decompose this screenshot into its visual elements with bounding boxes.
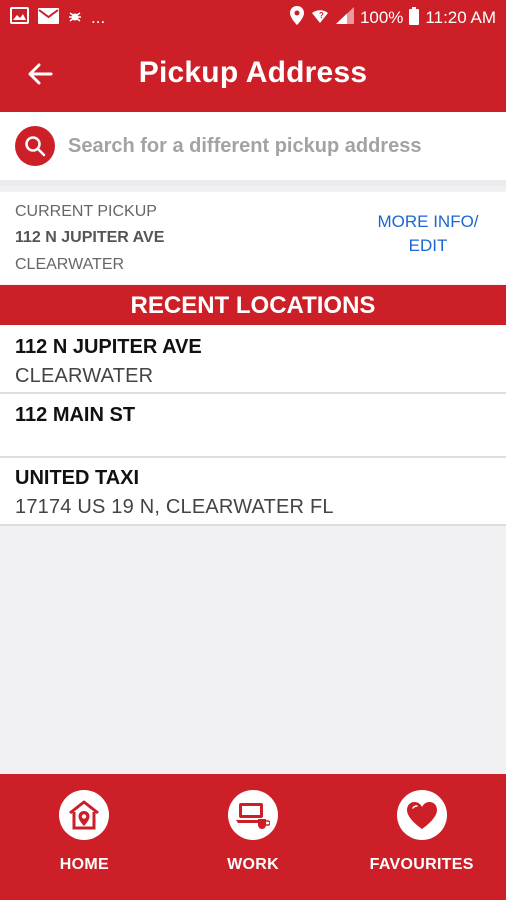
image-icon xyxy=(10,7,29,29)
nav-home[interactable]: HOME xyxy=(0,774,169,900)
search-button[interactable] xyxy=(15,126,55,166)
current-pickup-label: CURRENT PICKUP xyxy=(15,203,157,220)
list-item-title: 112 N JUPITER AVE xyxy=(15,336,202,358)
list-item[interactable]: 112 N JUPITER AVE CLEARWATER xyxy=(0,325,506,394)
nav-work[interactable]: WORK xyxy=(169,774,338,900)
signal-icon xyxy=(335,7,354,29)
search-icon xyxy=(25,136,46,157)
more-info-edit-link[interactable]: MORE INFO/ EDIT xyxy=(368,210,488,258)
nav-work-label: WORK xyxy=(227,856,279,873)
current-pickup-address: 112 N JUPITER AVE xyxy=(15,229,165,246)
home-pin-icon xyxy=(59,790,110,840)
nav-home-label: HOME xyxy=(59,856,109,873)
more-info-line2: EDIT xyxy=(408,236,448,255)
status-time: 11:20 AM xyxy=(425,8,496,27)
search-input[interactable] xyxy=(68,134,468,158)
list-item-subtitle: CLEARWATER xyxy=(15,365,154,387)
nav-favourites-label: FAVOURITES xyxy=(369,856,474,873)
mail-icon xyxy=(38,7,59,29)
status-overflow: ... xyxy=(91,8,106,27)
svg-text:?: ? xyxy=(319,11,324,20)
search-bar xyxy=(0,112,506,186)
more-info-line1: MORE INFO/ xyxy=(377,212,479,231)
wifi-icon: ? xyxy=(310,7,330,30)
current-pickup-city: CLEARWATER xyxy=(15,256,125,273)
laptop-coffee-icon xyxy=(228,790,278,840)
list-item[interactable]: 112 MAIN ST xyxy=(0,394,506,458)
location-icon xyxy=(289,6,304,30)
battery-percent: 100% xyxy=(359,8,404,27)
current-pickup-card: CURRENT PICKUP 112 N JUPITER AVE CLEARWA… xyxy=(0,192,506,284)
page-title: Pickup Address xyxy=(138,56,368,89)
nav-favourites[interactable]: FAVOURITES xyxy=(337,774,506,900)
battery-icon xyxy=(409,6,420,30)
recent-locations-header: RECENT LOCATIONS xyxy=(0,285,506,325)
list-item-subtitle: 17174 US 19 N, CLEARWATER FL xyxy=(15,496,334,518)
list-item[interactable]: UNITED TAXI 17174 US 19 N, CLEARWATER FL xyxy=(0,458,506,526)
status-bar: ... ? 100% 11:20 AM xyxy=(0,0,506,36)
app-bar: Pickup Address xyxy=(0,36,506,112)
list-item-title: 112 MAIN ST xyxy=(15,404,136,426)
list-item-title: UNITED TAXI xyxy=(15,467,140,489)
heart-icon xyxy=(396,790,447,840)
bug-icon xyxy=(68,8,82,28)
bottom-navigation: HOME WORK FAVOURITES xyxy=(0,774,506,900)
